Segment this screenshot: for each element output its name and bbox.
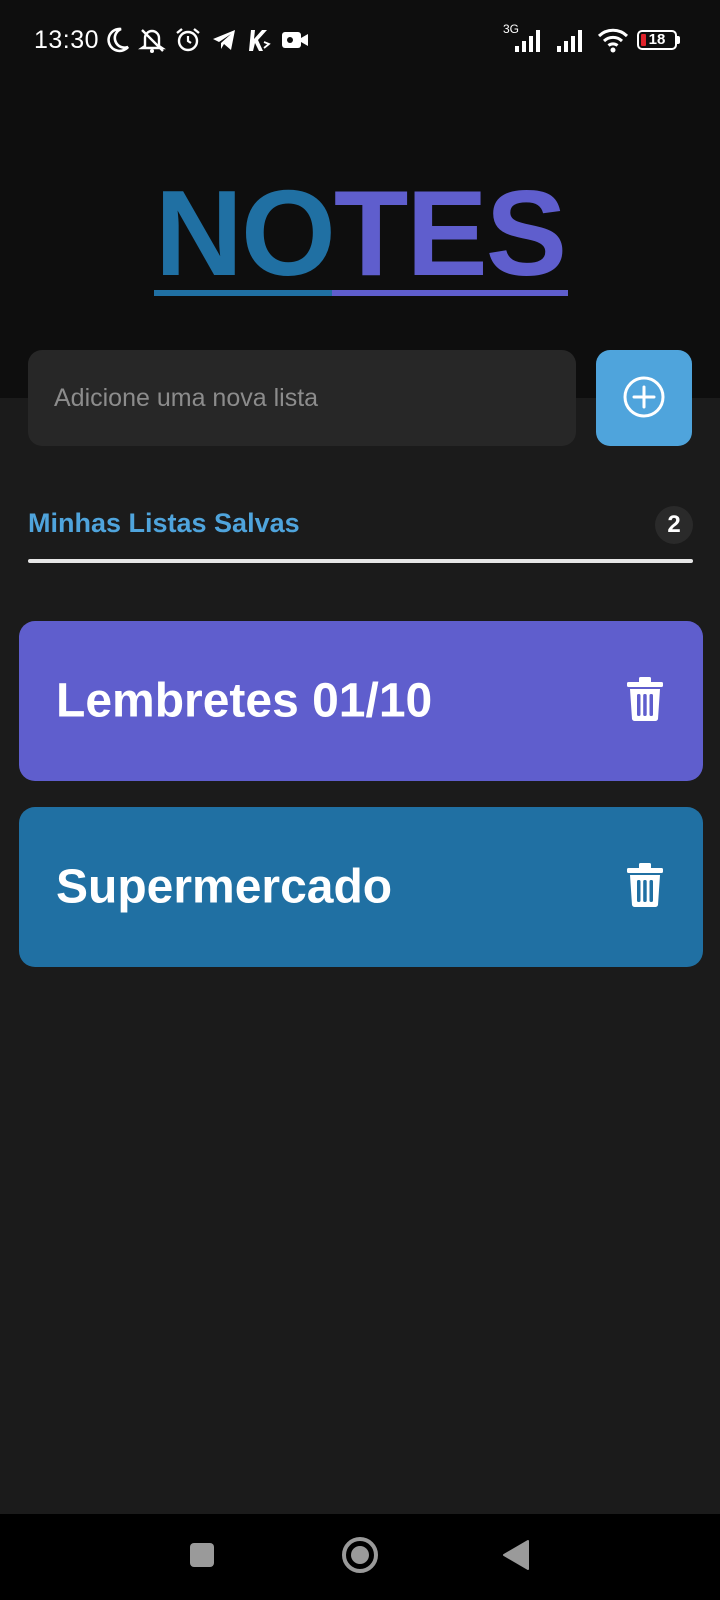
back-triangle-icon <box>502 1539 530 1576</box>
plus-circle-icon <box>622 375 666 422</box>
title-underline <box>154 290 568 296</box>
battery-body: 18 <box>637 30 677 50</box>
list-card-lembretes[interactable]: Lembretes 01/10 <box>19 621 703 781</box>
moon-icon <box>104 26 130 54</box>
trash-icon <box>625 862 665 913</box>
title-underline-blue <box>154 290 332 296</box>
title-underline-purple <box>332 290 568 296</box>
wifi-icon <box>597 26 629 54</box>
new-list-input[interactable] <box>28 350 576 446</box>
signal-icon <box>553 26 589 54</box>
recents-button[interactable] <box>162 1514 242 1600</box>
status-time: 13:30 <box>34 26 100 54</box>
saved-lists-heading: Minhas Listas Salvas <box>28 508 300 538</box>
add-list-button[interactable] <box>596 350 692 446</box>
home-circle-icon <box>341 1536 379 1579</box>
list-card-title: Lembretes 01/10 <box>56 674 433 728</box>
delete-list-button[interactable] <box>623 676 667 726</box>
trash-icon <box>625 676 665 727</box>
home-button[interactable] <box>320 1514 400 1600</box>
battery-level: 18 <box>648 31 666 48</box>
app-title-part-1: NO <box>154 165 336 301</box>
section-divider <box>28 559 693 563</box>
saved-lists-count-badge: 2 <box>655 506 693 544</box>
app-title-part-2: TES <box>333 165 567 301</box>
delete-list-button[interactable] <box>623 862 667 912</box>
list-card-title: Supermercado <box>56 860 393 914</box>
notification-icons <box>104 24 310 56</box>
battery-cap <box>677 36 680 44</box>
navigation-bar <box>0 1514 720 1600</box>
back-button[interactable] <box>476 1514 556 1600</box>
system-status-icons: 3G 18 <box>503 22 680 56</box>
alarm-icon <box>174 26 202 54</box>
recents-square-icon <box>189 1542 215 1573</box>
telegram-icon <box>210 26 238 54</box>
bell-off-icon <box>138 26 166 54</box>
battery-icon: 18 <box>637 30 680 50</box>
list-card-supermercado[interactable]: Supermercado <box>19 807 703 967</box>
status-bar: 13:30 3G 18 <box>0 0 720 80</box>
app-title: NOTES <box>0 172 720 294</box>
app-k-icon <box>246 26 272 54</box>
signal-3g-icon: 3G <box>503 22 545 54</box>
video-camera-icon <box>280 26 310 54</box>
